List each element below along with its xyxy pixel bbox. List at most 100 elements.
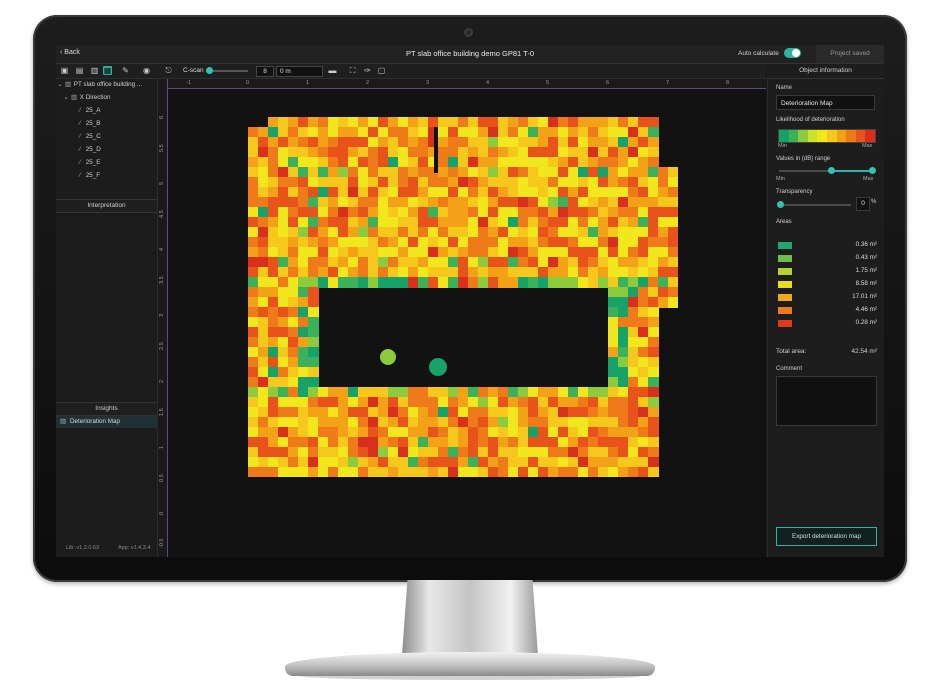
range-max-handle[interactable] [869, 167, 876, 174]
heatmap-cell [288, 417, 299, 428]
split-view-icon[interactable]: ▥ [90, 66, 99, 75]
heatmap-cell [298, 347, 309, 358]
heatmap-cell [498, 447, 509, 458]
scan-mode-label: C-scan [183, 67, 204, 74]
auto-calculate-toggle[interactable] [784, 48, 801, 58]
heatmap-cell [568, 397, 579, 408]
heatmap-cell [488, 277, 499, 288]
area-value: 0.43 m² [855, 254, 877, 261]
heatmap-cell [298, 417, 309, 428]
heatmap-cell [618, 217, 629, 228]
heatmap-cell [408, 387, 419, 398]
fullscreen-icon[interactable]: ⛶ [348, 66, 357, 75]
heatmap-cell [398, 167, 409, 178]
depth-slider-knob[interactable] [206, 67, 213, 74]
heatmap-cell [618, 347, 629, 358]
depth-input[interactable]: 8 [256, 66, 274, 77]
heatmap-cell [528, 217, 539, 228]
heatmap-cell [608, 467, 619, 477]
heatmap-cell [448, 207, 459, 218]
heatmap-cell [458, 157, 469, 168]
heatmap-cell [328, 457, 339, 468]
heatmap-cell [358, 187, 369, 198]
heatmap-cell [348, 127, 359, 138]
heatmap-cell [558, 187, 569, 198]
heatmap-cell [528, 447, 539, 458]
insight-deterioration-map[interactable]: ▨ Deterioration Map [56, 416, 157, 428]
panel-layout-icon[interactable]: ▣ [60, 66, 69, 75]
heatmap-cell [288, 407, 299, 418]
heatmap-cell [548, 467, 559, 477]
tree-direction[interactable]: ⌄ ▥ X Direction [56, 92, 163, 104]
heatmap-cell [428, 437, 439, 448]
heatmap-cell [578, 217, 589, 228]
heatmap-cell [458, 217, 469, 228]
heatmap-cell [438, 157, 449, 168]
x-tick-label: 7 [666, 80, 670, 86]
heatmap-cell [328, 207, 339, 218]
pin-icon[interactable]: ✑ [363, 66, 372, 75]
heatmap-cell [578, 237, 589, 248]
export-icon[interactable]: ⎋ [164, 66, 173, 75]
heatmap-cell [498, 397, 509, 408]
heatmap-cell [408, 177, 419, 188]
heatmap-cell [468, 427, 479, 438]
heatmap-cell [598, 267, 609, 278]
map-canvas[interactable]: -1 0 1 2 3 4 5 6 7 8 6 5.5 5 4.5 4 3.5 3 2.5 2 1.5 1 0.5 0 -0.… [158, 79, 766, 557]
heatmap-cell [548, 187, 559, 198]
heatmap-cell [628, 417, 639, 428]
heatmap-cell [278, 267, 289, 278]
transparency-handle[interactable] [777, 201, 784, 208]
offset-select[interactable]: 0 m [276, 66, 323, 77]
heatmap-cell [428, 207, 439, 218]
heatmap-cell [248, 417, 259, 428]
snapshot-icon[interactable]: ▢ [377, 66, 386, 75]
transparency-input[interactable]: 0 [856, 197, 870, 211]
heatmap-cell [278, 317, 289, 328]
heatmap-cell [398, 117, 409, 128]
heatmap-cell [268, 347, 279, 358]
heatmap-cell [468, 207, 479, 218]
heatmap-cell [648, 257, 659, 268]
deterioration-heatmap[interactable] [248, 117, 678, 477]
chevron-down-icon: ⌄ [57, 81, 63, 88]
range-slider[interactable] [779, 167, 876, 174]
y-tick-label: 2.5 [159, 342, 165, 350]
heatmap-cell [318, 177, 329, 188]
grid-view-icon[interactable]: ▤ [75, 66, 84, 75]
eye-icon[interactable]: ◉ [142, 66, 151, 75]
y-tick-label: 0.5 [159, 474, 165, 482]
comment-textarea[interactable] [776, 376, 877, 426]
color-scale-icon[interactable]: ▬ [328, 66, 337, 75]
heatmap-cell [308, 237, 319, 248]
heatmap-cell [398, 437, 409, 448]
range-min-handle[interactable] [827, 167, 835, 174]
heatmap-cell [308, 327, 319, 338]
name-input[interactable]: Deterioration Map [776, 95, 875, 110]
ruler-icon[interactable]: ✎ [121, 66, 130, 75]
heatmap-cell [428, 237, 439, 248]
area-swatch [778, 268, 792, 275]
heatmap-cell [638, 397, 649, 408]
export-deterioration-map-button[interactable]: Export deterioration map [776, 527, 877, 546]
heatmap-cell [348, 197, 359, 208]
map-view-icon[interactable]: ▦ [103, 66, 112, 75]
heatmap-cell [308, 177, 319, 188]
heatmap-cell [508, 277, 519, 288]
heatmap-cell [638, 447, 649, 458]
heatmap-cell [448, 187, 459, 198]
tree-project[interactable]: ⌄ ▥ PT slab office building ... [56, 79, 157, 91]
heatmap-cell [268, 257, 279, 268]
heatmap-cell [498, 457, 509, 468]
heatmap-cell [398, 417, 409, 428]
transparency-unit: % [871, 199, 877, 205]
transparency-slider[interactable] [777, 201, 851, 208]
heatmap-cell [438, 177, 449, 188]
area-swatch [778, 242, 792, 249]
depth-slider[interactable] [206, 67, 248, 74]
heatmap-cell [618, 447, 629, 458]
heatmap-cell [398, 467, 409, 477]
total-area-label: Total area: [776, 348, 807, 355]
heatmap-cell [308, 267, 319, 278]
heatmap-cell [548, 157, 559, 168]
